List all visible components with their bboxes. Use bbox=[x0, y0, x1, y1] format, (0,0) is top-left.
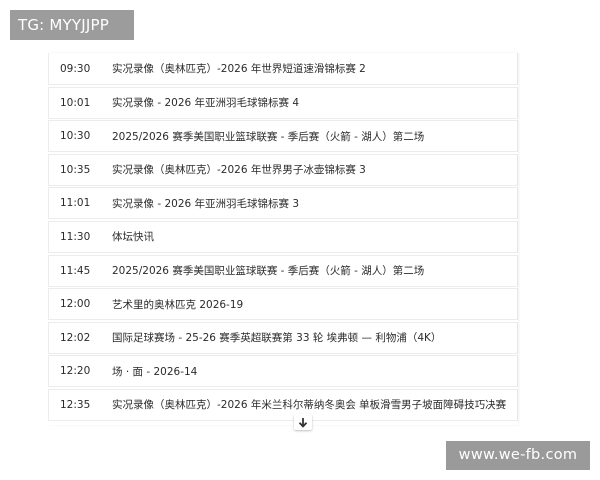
schedule-row[interactable]: 12:35 实况录像（奥林匹克）-2026 年米兰科尔蒂纳冬奥会 单板滑雪男子坡… bbox=[48, 388, 518, 421]
schedule-time: 10:01 bbox=[60, 96, 91, 109]
schedule-time: 12:20 bbox=[60, 365, 91, 378]
schedule-time: 11:30 bbox=[60, 230, 91, 243]
schedule-title: 国际足球赛场 - 25-26 赛季英超联赛第 33 轮 埃弗顿 — 利物浦（4K… bbox=[112, 332, 442, 345]
tg-label-badge: TG: MYYJJPP bbox=[10, 10, 134, 40]
schedule-row[interactable]: 11:45 2025/2026 赛季美国职业篮球联赛 - 季后赛（火箭 - 湖人… bbox=[48, 254, 518, 287]
schedule-title: 艺术里的奥林匹克 2026-19 bbox=[112, 298, 244, 311]
schedule-list: 09:30 实况录像（奥林匹克）-2026 年世界短道速滑锦标赛 2 10:01… bbox=[48, 53, 518, 425]
scroll-down-button[interactable] bbox=[294, 414, 312, 430]
schedule-title: 实况录像（奥林匹克）-2026 年米兰科尔蒂纳冬奥会 单板滑雪男子坡面障碍技巧决… bbox=[112, 399, 507, 412]
schedule-title: 实况录像（奥林匹克）-2026 年世界男子冰壶锦标赛 3 bbox=[112, 164, 366, 177]
schedule-row[interactable]: 12:02 国际足球赛场 - 25-26 赛季英超联赛第 33 轮 埃弗顿 — … bbox=[48, 321, 518, 354]
schedule-time: 10:30 bbox=[60, 130, 91, 143]
schedule-row[interactable]: 10:30 2025/2026 赛季美国职业篮球联赛 - 季后赛（火箭 - 湖人… bbox=[48, 120, 518, 153]
schedule-time: 10:35 bbox=[60, 163, 91, 176]
schedule-row[interactable]: 12:20 场 · 面 - 2026-14 bbox=[48, 355, 518, 388]
schedule-row[interactable]: 09:30 实况录像（奥林匹克）-2026 年世界短道速滑锦标赛 2 bbox=[48, 53, 518, 85]
schedule-title: 实况录像（奥林匹克）-2026 年世界短道速滑锦标赛 2 bbox=[112, 63, 366, 75]
schedule-title: 实况录像 - 2026 年亚洲羽毛球锦标赛 4 bbox=[112, 97, 300, 110]
schedule-time: 12:35 bbox=[60, 398, 91, 411]
schedule-row[interactable]: 12:00 艺术里的奥林匹克 2026-19 bbox=[48, 288, 518, 321]
site-watermark: www.we-fb.com bbox=[446, 441, 590, 470]
schedule-time: 12:00 bbox=[60, 298, 91, 311]
schedule-title: 实况录像 - 2026 年亚洲羽毛球锦标赛 3 bbox=[112, 197, 300, 210]
schedule-time: 12:02 bbox=[60, 331, 91, 344]
schedule-row[interactable]: 11:30 体坛快讯 bbox=[48, 220, 518, 253]
schedule-time: 11:01 bbox=[60, 197, 91, 210]
schedule-title: 场 · 面 - 2026-14 bbox=[112, 365, 198, 378]
schedule-title: 2025/2026 赛季美国职业篮球联赛 - 季后赛（火箭 - 湖人）第二场 bbox=[112, 265, 425, 278]
schedule-row[interactable]: 10:35 实况录像（奥林匹克）-2026 年世界男子冰壶锦标赛 3 bbox=[48, 153, 518, 186]
screenshot-page: TG: MYYJJPP 09:30 实况录像（奥林匹克）-2026 年世界短道速… bbox=[0, 0, 600, 480]
schedule-row[interactable]: 11:01 实况录像 - 2026 年亚洲羽毛球锦标赛 3 bbox=[48, 187, 518, 220]
schedule-time: 11:45 bbox=[60, 264, 91, 277]
schedule-title: 2025/2026 赛季美国职业篮球联赛 - 季后赛（火箭 - 湖人）第二场 bbox=[112, 130, 425, 143]
schedule-row[interactable]: 10:01 实况录像 - 2026 年亚洲羽毛球锦标赛 4 bbox=[48, 86, 518, 119]
schedule-time: 09:30 bbox=[60, 62, 91, 75]
schedule-title: 体坛快讯 bbox=[112, 231, 154, 244]
arrow-down-icon bbox=[298, 417, 308, 428]
